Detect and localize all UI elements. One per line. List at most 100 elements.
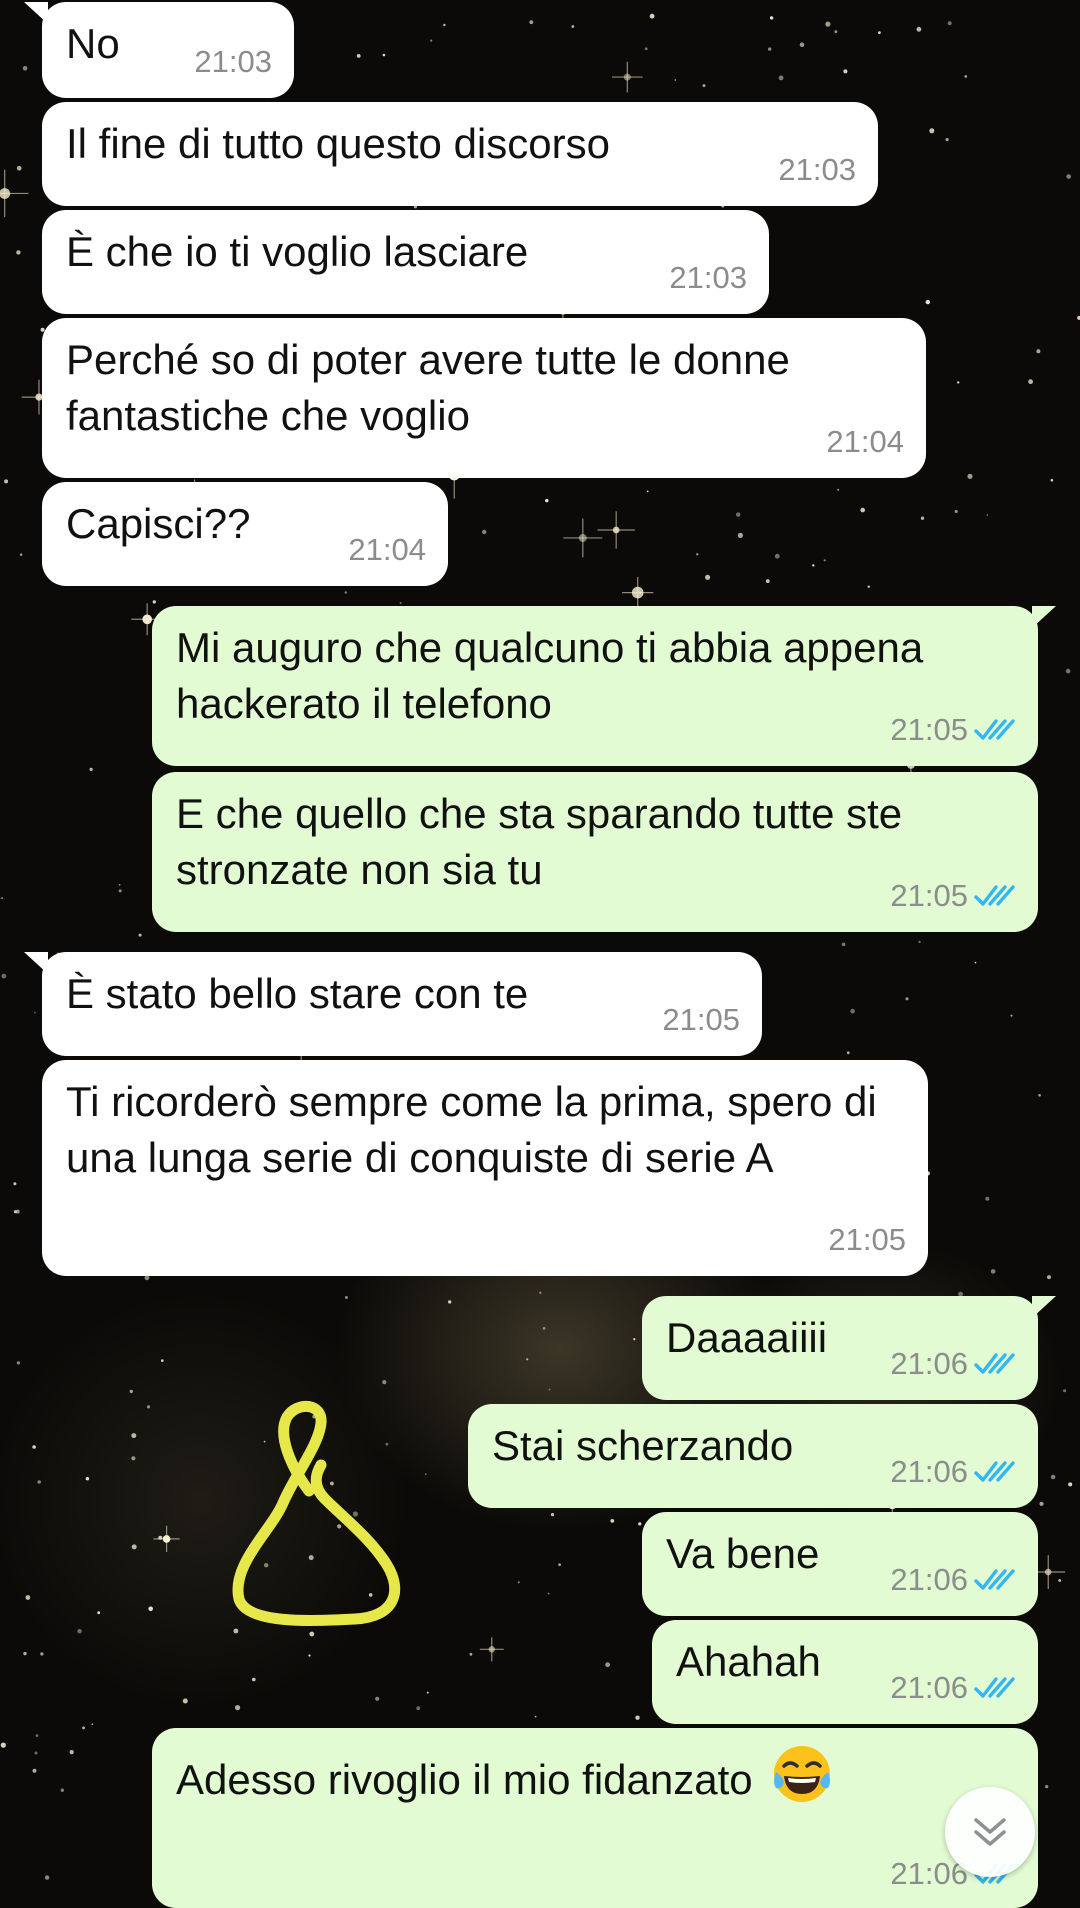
message-text: Perché so di poter avere tutte le donne … — [66, 336, 802, 439]
star — [850, 1008, 855, 1014]
message-text: Adesso rivoglio il mio fidanzato — [176, 1756, 753, 1803]
star — [44, 1875, 50, 1880]
star — [148, 1606, 153, 1612]
star — [945, 138, 949, 142]
message-bubble-outgoing[interactable]: Stai scherzando 21:06 — [468, 1404, 1038, 1508]
message-bubble-outgoing[interactable]: Ahahah 21:06 — [652, 1620, 1038, 1724]
message-meta: 21:03 — [669, 250, 747, 306]
star — [69, 1750, 74, 1755]
message-meta: 21:05 — [890, 868, 1016, 924]
star — [702, 84, 706, 88]
star — [15, 1209, 20, 1214]
star — [542, 1327, 546, 1330]
star — [534, 1715, 537, 1718]
message-bubble-incoming[interactable]: È stato bello stare con te 21:05 — [24, 952, 762, 1056]
message-meta: 21:06 — [890, 1336, 1016, 1392]
star — [252, 1677, 256, 1682]
star — [85, 1477, 90, 1481]
message-text: No — [66, 20, 120, 67]
message-meta: 21:05 — [662, 992, 740, 1048]
star — [144, 1275, 150, 1281]
star — [1058, 1579, 1062, 1582]
message-time: 21:03 — [669, 260, 747, 295]
star — [696, 553, 699, 556]
star — [774, 553, 780, 559]
message-bubble-outgoing[interactable]: Mi auguro che qualcuno ti abbia appena h… — [152, 606, 1056, 766]
message-bubble-incoming[interactable]: No 21:03 — [24, 2, 294, 98]
message-bubble-incoming[interactable]: Ti ricorderò sempre come la prima, spero… — [42, 1060, 928, 1276]
star — [382, 1380, 387, 1385]
star — [131, 1433, 137, 1439]
star — [426, 1691, 429, 1694]
message-time: 21:04 — [348, 532, 426, 567]
star — [344, 591, 347, 594]
star — [649, 13, 655, 19]
message-bubble-incoming[interactable]: Capisci?? 21:04 — [42, 482, 448, 586]
message-meta: 21:06 — [890, 1660, 1016, 1716]
double-check-icon — [974, 719, 1015, 740]
star — [152, 600, 156, 604]
star — [765, 579, 770, 583]
star — [825, 21, 831, 27]
star — [974, 961, 977, 964]
star — [22, 66, 28, 71]
star-glint — [597, 511, 635, 549]
star — [957, 381, 960, 384]
message-time: 21:05 — [890, 712, 968, 747]
star — [1, 897, 3, 899]
star — [16, 250, 21, 255]
message-text: È che io ti voglio lasciare — [66, 228, 529, 275]
message-bubble-outgoing[interactable]: E che quello che sta sparando tutte ste … — [152, 772, 1038, 932]
hand-drawn-doodle — [232, 1400, 401, 1626]
star — [1039, 1501, 1044, 1506]
star — [529, 20, 534, 25]
star — [905, 997, 909, 1001]
star — [985, 1196, 990, 1201]
message-time: 21:03 — [194, 44, 272, 79]
message-bubble-outgoing[interactable]: Daaaaiiii 21:06 — [642, 1296, 1056, 1400]
star — [4, 479, 9, 484]
star — [571, 25, 575, 28]
star — [878, 31, 881, 34]
star — [736, 512, 741, 517]
message-time: 21:06 — [890, 1562, 968, 1597]
message-meta: 21:05 — [890, 702, 1016, 758]
star — [837, 488, 840, 491]
star — [82, 1726, 85, 1730]
message-meta: 21:03 — [194, 34, 272, 90]
message-time: 21:06 — [890, 1346, 968, 1381]
star — [25, 1595, 31, 1600]
star — [146, 1405, 151, 1409]
star — [705, 574, 711, 580]
star — [1, 973, 7, 979]
star — [860, 507, 865, 513]
star — [60, 1788, 64, 1792]
message-meta: 21:06 — [890, 1552, 1016, 1608]
message-text: Il fine di tutto questo discorso — [66, 120, 610, 167]
message-bubble-incoming[interactable]: Perché so di poter avere tutte le donne … — [42, 318, 926, 478]
star — [1036, 349, 1041, 354]
message-text: Daaaaiiii — [666, 1314, 828, 1361]
message-bubble-incoming[interactable]: Il fine di tutto questo discorso 21:03 — [42, 102, 878, 206]
message-bubble-incoming[interactable]: È che io ti voglio lasciare 21:03 — [42, 210, 769, 314]
star — [308, 1654, 311, 1657]
star — [550, 1513, 555, 1517]
star — [91, 1723, 94, 1725]
message-meta: 21:05 — [828, 1212, 906, 1268]
star — [469, 1652, 473, 1656]
scroll-down-button[interactable] — [945, 1787, 1035, 1877]
message-bubble-outgoing[interactable]: Adesso rivoglio il mio fidanzato 21:06 — [152, 1728, 1038, 1908]
message-meta: 21:04 — [348, 522, 426, 578]
star — [605, 1662, 610, 1668]
message-text: Ti ricorderò sempre come la prima, spero… — [66, 1078, 889, 1181]
star — [16, 165, 22, 171]
message-bubble-outgoing[interactable]: Va bene 21:06 — [642, 1512, 1038, 1616]
star — [375, 1696, 380, 1701]
double-check-icon — [974, 885, 1015, 906]
star-glint — [563, 518, 603, 558]
star — [843, 69, 848, 74]
star — [846, 1051, 850, 1055]
star — [1028, 379, 1033, 385]
star — [768, 47, 772, 51]
star — [918, 940, 921, 944]
